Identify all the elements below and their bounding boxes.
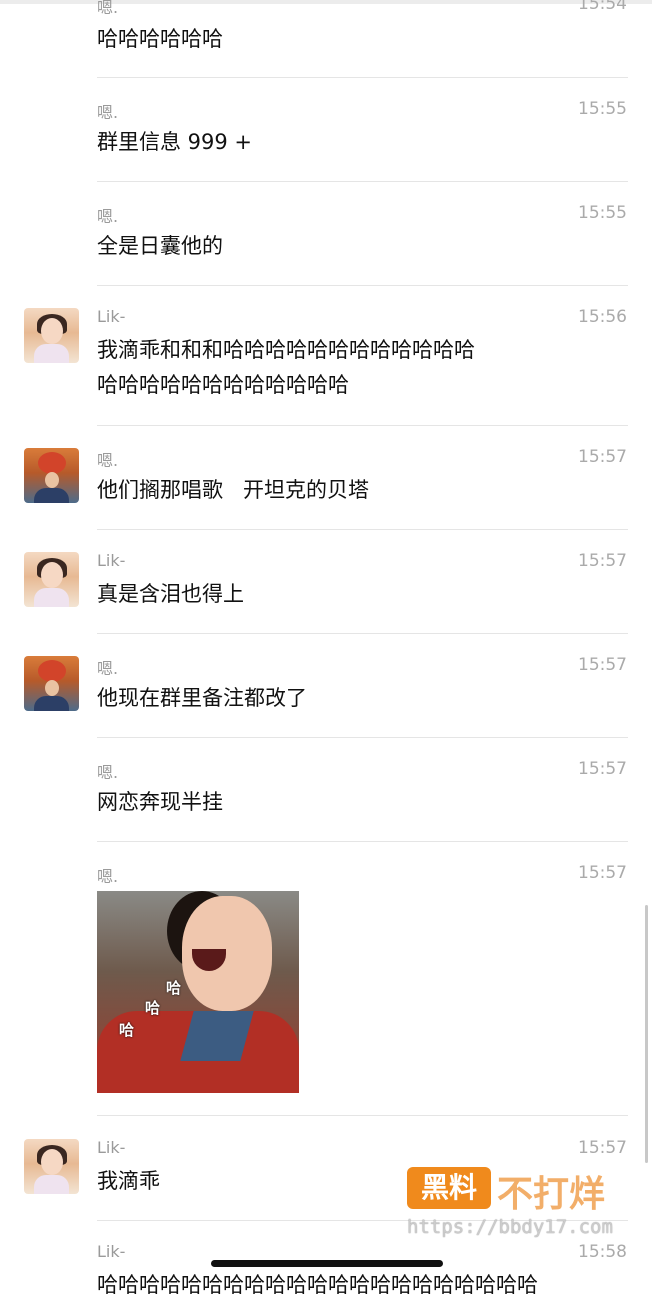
divider	[97, 285, 628, 286]
sender-name: Lik-	[97, 1242, 126, 1261]
avatar[interactable]	[24, 1139, 79, 1194]
message-time: 15:57	[578, 1138, 627, 1158]
avatar[interactable]	[24, 552, 79, 607]
message-time: 15:57	[578, 759, 627, 779]
message-text: 哈哈哈哈哈哈哈哈哈哈哈哈哈哈哈哈哈哈哈哈哈	[97, 1273, 538, 1297]
sender-name: 嗯.	[97, 451, 119, 470]
message-text: 哈哈哈哈哈哈	[97, 27, 223, 51]
sender-name: 嗯.	[97, 103, 119, 122]
divider	[97, 1115, 628, 1116]
divider	[97, 841, 628, 842]
message-time: 15:55	[578, 203, 627, 223]
divider	[97, 529, 628, 530]
divider	[97, 181, 628, 182]
divider	[97, 737, 628, 738]
sender-name: 嗯.	[97, 867, 119, 886]
sender-name: Lik-	[97, 307, 126, 326]
sender-name: 嗯.	[97, 659, 119, 678]
scrollbar-thumb[interactable]	[645, 905, 648, 1163]
message-text: 真是含泪也得上	[97, 582, 244, 606]
sender-name: 嗯.	[97, 207, 119, 226]
avatar[interactable]	[24, 656, 79, 711]
message-time: 15:57	[578, 551, 627, 571]
watermark-logo: 黑料 不打烊	[407, 1167, 627, 1217]
divider	[97, 425, 628, 426]
avatar[interactable]	[24, 308, 79, 363]
sender-name: 嗯.	[97, 0, 119, 17]
divider	[97, 633, 628, 634]
sticker-image[interactable]: 哈 哈 哈	[97, 891, 299, 1093]
sender-name: 嗯.	[97, 763, 119, 782]
sticker-text: 哈	[119, 1021, 135, 1039]
avatar[interactable]	[24, 448, 79, 503]
message-time: 15:58	[578, 1242, 627, 1262]
message-time: 15:57	[578, 863, 627, 883]
message-time: 15:56	[578, 307, 627, 327]
message-text: 他现在群里备注都改了	[97, 686, 307, 710]
sender-name: Lik-	[97, 551, 126, 570]
message-time: 15:57	[578, 655, 627, 675]
watermark-badge: 黑料	[407, 1167, 491, 1209]
watermark-url: https://bbdy17.com	[407, 1216, 613, 1238]
message-text: 网恋奔现半挂	[97, 790, 223, 814]
message-text: 我滴乖和和和哈哈哈哈哈哈哈哈哈哈哈哈 哈哈哈哈哈哈哈哈哈哈哈哈	[97, 338, 475, 397]
watermark-text: 不打烊	[497, 1174, 606, 1215]
message-text: 群里信息 999 +	[97, 130, 253, 154]
message-text: 他们搁那唱歌 开坦克的贝塔	[97, 478, 370, 502]
sticker-text: 哈	[145, 999, 161, 1017]
sticker-text: 哈	[166, 979, 182, 997]
message-text: 全是日囊他的	[97, 234, 223, 258]
message-time: 15:55	[578, 99, 627, 119]
message-time: 15:54	[578, 0, 627, 14]
message-time: 15:57	[578, 447, 627, 467]
message-text: 我滴乖	[97, 1169, 160, 1193]
home-indicator[interactable]	[211, 1260, 443, 1267]
sender-name: Lik-	[97, 1138, 126, 1157]
divider	[97, 77, 628, 78]
